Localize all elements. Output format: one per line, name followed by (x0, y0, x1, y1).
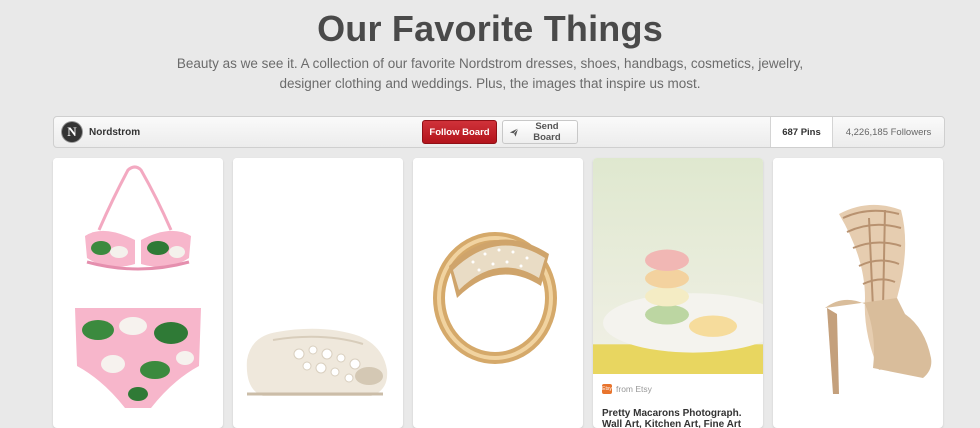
follow-board-button[interactable]: Follow Board (422, 120, 497, 144)
owner-name[interactable]: Nordstrom (89, 127, 140, 138)
gold-ring-image[interactable] (413, 158, 583, 420)
pin-card[interactable] (233, 158, 403, 428)
avatar[interactable]: N (62, 122, 82, 142)
pin-source[interactable]: from Etsy (616, 384, 652, 394)
followers-count[interactable]: 4,226,185 Followers (832, 117, 944, 147)
pin-card[interactable] (773, 158, 943, 428)
pin-card[interactable]: Etsy from Etsy Pretty Macarons Photograp… (593, 158, 763, 428)
pin-card[interactable] (413, 158, 583, 428)
board-title: Our Favorite Things (317, 8, 663, 49)
board-stats: 687 Pins 4,226,185 Followers (770, 117, 944, 147)
pin-description[interactable]: Pretty Macarons Photograph. Wall Art, Ki… (602, 408, 756, 428)
board-owner[interactable]: N Nordstrom (62, 122, 140, 142)
send-board-label: Send Board (533, 121, 561, 143)
send-board-button[interactable]: Send Board (502, 120, 578, 144)
pins-count[interactable]: 687 Pins (770, 117, 832, 147)
board-description: Beauty as we see it. A collection of our… (176, 56, 804, 91)
lace-flat-shoe-image[interactable] (233, 158, 403, 420)
caged-heel-image[interactable] (773, 158, 943, 420)
pin-card[interactable] (53, 158, 223, 428)
board-header-bar: N Nordstrom Follow Board Send Board 687 … (53, 116, 945, 148)
send-icon (509, 127, 519, 137)
macarons-image[interactable] (593, 158, 763, 374)
etsy-icon: Etsy (602, 384, 612, 394)
floral-bikini-image[interactable] (53, 158, 223, 420)
